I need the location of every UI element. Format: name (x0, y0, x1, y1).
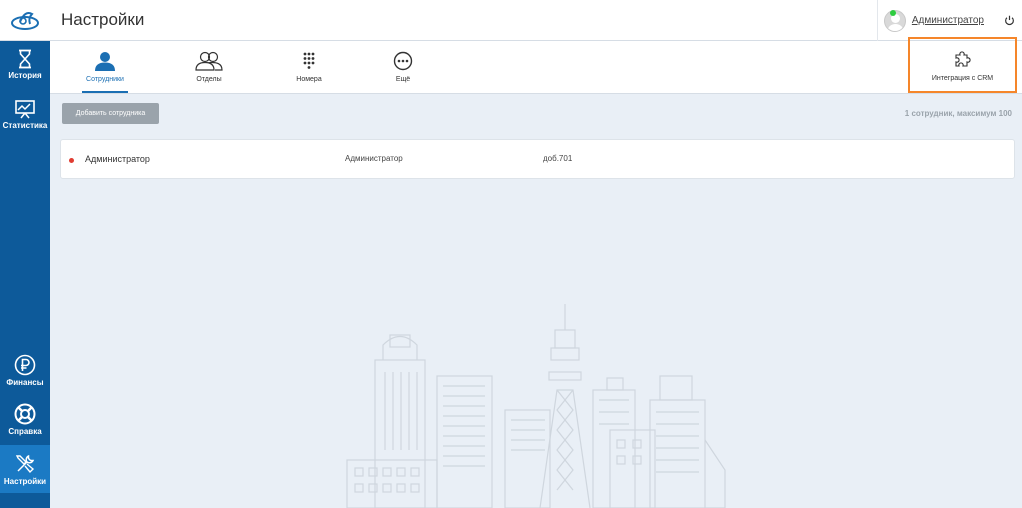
tab-label: Номера (296, 76, 322, 83)
power-icon[interactable] (1002, 14, 1016, 28)
sidebar-item-label: Справка (8, 426, 42, 436)
tab-label: Ещё (395, 76, 411, 83)
logo[interactable] (0, 0, 50, 41)
sidebar-item-label: Статистика (2, 120, 48, 130)
crm-integration-button[interactable]: Интеграция с CRM (908, 37, 1017, 93)
online-status-dot (890, 10, 896, 16)
chart-icon (15, 99, 35, 118)
employee-name: Администратор (85, 154, 150, 164)
tab-label: Отделы (196, 76, 222, 83)
city-illustration (346, 304, 726, 508)
sidebar: История Статистика Финансы Справка Настр… (0, 41, 50, 508)
tools-icon (15, 454, 35, 473)
puzzle-icon (954, 50, 971, 67)
settings-tabs: Сотрудники Отделы Номера Ещё Интеграция … (50, 37, 1022, 94)
status-dot (69, 158, 74, 163)
user-icon (95, 52, 115, 71)
tab-departments[interactable]: Отделы (164, 41, 254, 93)
tab-numbers[interactable]: Номера (264, 41, 354, 93)
employee-department: Администратор (345, 154, 403, 163)
page-title: Настройки (61, 10, 145, 29)
employee-count: 1 сотрудник, максимум 100 (904, 109, 1012, 118)
users-icon (195, 51, 223, 71)
add-employee-button[interactable]: Добавить сотрудника (62, 103, 159, 124)
sidebar-item-label: Финансы (6, 377, 44, 387)
sidebar-item-label: Настройки (3, 476, 47, 486)
app-logo-icon (11, 11, 39, 30)
ruble-icon (14, 354, 36, 375)
sidebar-item-settings[interactable]: Настройки (0, 445, 50, 493)
keypad-icon (303, 52, 315, 69)
tab-employees[interactable]: Сотрудники (60, 41, 150, 93)
user-menu[interactable]: Администратор (876, 0, 1022, 41)
sidebar-item-finance[interactable]: Финансы (0, 347, 50, 393)
sidebar-item-statistics[interactable]: Статистика (0, 91, 50, 137)
tab-label: Сотрудники (86, 76, 124, 83)
lifebuoy-icon (14, 403, 36, 424)
more-icon (393, 51, 413, 71)
tab-more[interactable]: Ещё (358, 41, 448, 93)
crm-integration-label: Интеграция с CRM (931, 74, 994, 82)
sidebar-item-label: История (8, 70, 42, 80)
user-name-link[interactable]: Администратор (912, 15, 984, 26)
sidebar-item-history[interactable]: История (0, 41, 50, 87)
sidebar-item-help[interactable]: Справка (0, 396, 50, 442)
employee-extension: доб.701 (543, 154, 573, 163)
table-row[interactable]: Администратор Администратор доб.701 (60, 139, 1015, 179)
hourglass-icon (19, 49, 31, 68)
top-bar: Настройки Администратор (0, 0, 1022, 41)
